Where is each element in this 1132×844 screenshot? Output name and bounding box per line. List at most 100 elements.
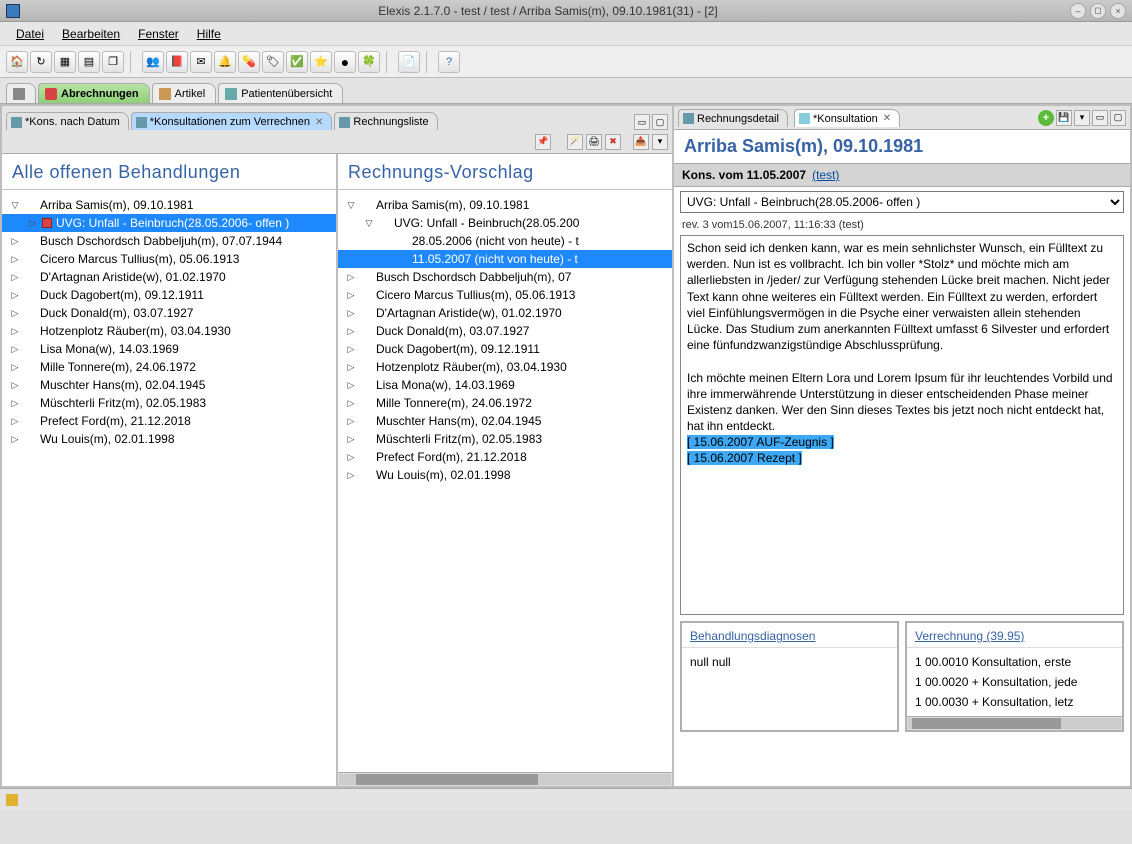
tree-item[interactable]: ▽Arriba Samis(m), 09.10.1981 xyxy=(2,196,336,214)
vtab-konsultation[interactable]: *Konsultation✕ xyxy=(794,109,900,127)
book-icon[interactable]: 📕 xyxy=(166,51,188,73)
menu-hilfe[interactable]: Hilfe xyxy=(189,25,229,43)
tree-item[interactable]: ▷Duck Dagobert(m), 09.12.1911 xyxy=(2,286,336,304)
auf-zeugnis-tag[interactable]: [ 15.06.2007 AUF-Zeugnis ] xyxy=(687,435,834,449)
vtab-kons-verrechnen[interactable]: *Konsultationen zum Verrechnen✕ xyxy=(131,112,333,130)
dot-icon[interactable]: ● xyxy=(334,51,356,73)
chevron-right-icon[interactable]: ▷ xyxy=(8,326,22,337)
chevron-right-icon[interactable]: ▷ xyxy=(344,290,358,301)
horizontal-scrollbar[interactable] xyxy=(338,772,672,786)
chevron-right-icon[interactable]: ▷ xyxy=(344,416,358,427)
tab-artikel[interactable]: Artikel xyxy=(152,83,217,103)
billing-item[interactable]: 1 00.0030 + Konsultation, letz xyxy=(915,692,1114,712)
chevron-right-icon[interactable]: ▷ xyxy=(344,380,358,391)
window-icon[interactable]: ❐ xyxy=(102,51,124,73)
pin-icon[interactable]: 📌 xyxy=(535,134,551,150)
tree-item[interactable]: ▷Cicero Marcus Tullius(m), 05.06.1913 xyxy=(2,250,336,268)
chevron-down-icon[interactable]: ▽ xyxy=(344,200,358,211)
billing-item[interactable]: 1 00.0010 Konsultation, erste xyxy=(915,652,1114,672)
tree-item[interactable]: ▷D'Artagnan Aristide(w), 01.02.1970 xyxy=(2,268,336,286)
tree-item[interactable]: ▷Müschterli Fritz(m), 02.05.1983 xyxy=(2,394,336,412)
vtab-rechnungsliste[interactable]: Rechnungsliste xyxy=(334,112,437,130)
close-button[interactable]: × xyxy=(1110,3,1126,19)
tree-item[interactable]: ▷Muschter Hans(m), 02.04.1945 xyxy=(338,412,672,430)
tree-item[interactable]: ▽Arriba Samis(m), 09.10.1981 xyxy=(338,196,672,214)
tree-item[interactable]: ▷Duck Donald(m), 03.07.1927 xyxy=(338,322,672,340)
chevron-right-icon[interactable]: ▷ xyxy=(8,416,22,427)
chevron-right-icon[interactable]: ▷ xyxy=(8,308,22,319)
tab-patienten[interactable]: Patientenübersicht xyxy=(218,83,343,103)
refresh-icon[interactable]: ↻ xyxy=(30,51,52,73)
check-icon[interactable]: ✅ xyxy=(286,51,308,73)
menu-bearbeiten[interactable]: Bearbeiten xyxy=(54,25,128,43)
tree-item[interactable]: ▷Prefect Ford(m), 21.12.2018 xyxy=(2,412,336,430)
tree-item[interactable]: ▷Hotzenplotz Räuber(m), 03.04.1930 xyxy=(2,322,336,340)
tree-item[interactable]: ▷Mille Tonnere(m), 24.06.1972 xyxy=(338,394,672,412)
tree-alle-offenen[interactable]: ▽Arriba Samis(m), 09.10.1981▷UVG: Unfall… xyxy=(2,194,336,786)
consultation-notes[interactable]: Schon seid ich denken kann, war es mein … xyxy=(680,235,1124,615)
tree-item[interactable]: ▷Cicero Marcus Tullius(m), 05.06.1913 xyxy=(338,286,672,304)
tree-item[interactable]: ▷Busch Dschordsch Dabbeljuh(m), 07 xyxy=(338,268,672,286)
tree-item[interactable]: ▷Hotzenplotz Räuber(m), 03.04.1930 xyxy=(338,358,672,376)
pill-icon[interactable]: 💊 xyxy=(238,51,260,73)
chevron-right-icon[interactable]: ▷ xyxy=(344,362,358,373)
perspective-switcher[interactable] xyxy=(6,83,36,103)
tree-item[interactable]: ▷Müschterli Fritz(m), 02.05.1983 xyxy=(338,430,672,448)
minimize-view-icon[interactable]: ▭ xyxy=(1092,110,1108,126)
vtab-kons-datum[interactable]: *Kons. nach Datum xyxy=(6,112,129,130)
tree-item[interactable]: ▷Wu Louis(m), 02.01.1998 xyxy=(2,430,336,448)
tree-item[interactable]: ▷Duck Donald(m), 03.07.1927 xyxy=(2,304,336,322)
chevron-down-icon[interactable]: ▽ xyxy=(362,218,376,229)
maximize-button[interactable]: ◻ xyxy=(1090,3,1106,19)
tab-close-icon[interactable]: ✕ xyxy=(315,117,323,128)
mail-icon[interactable]: ✉ xyxy=(190,51,212,73)
save-icon[interactable]: 💾 xyxy=(1056,110,1072,126)
chevron-right-icon[interactable]: ▷ xyxy=(344,470,358,481)
chevron-right-icon[interactable]: ▷ xyxy=(344,326,358,337)
menu-icon[interactable]: ▾ xyxy=(652,134,668,150)
tree-item[interactable]: ▷Muschter Hans(m), 02.04.1945 xyxy=(2,376,336,394)
chevron-right-icon[interactable]: ▷ xyxy=(8,398,22,409)
chevron-right-icon[interactable]: ▷ xyxy=(8,272,22,283)
menu-fenster[interactable]: Fenster xyxy=(130,25,187,43)
chevron-right-icon[interactable]: ▷ xyxy=(26,218,40,229)
people-icon[interactable]: 👥 xyxy=(142,51,164,73)
tree-item[interactable]: ▷Lisa Mona(w), 14.03.1969 xyxy=(338,376,672,394)
chevron-right-icon[interactable]: ▷ xyxy=(8,380,22,391)
new-window-icon[interactable]: 📄 xyxy=(398,51,420,73)
export-icon[interactable]: 📤 xyxy=(633,134,649,150)
card-title[interactable]: Verrechnung (39.95) xyxy=(907,623,1122,648)
delete-icon[interactable]: ✖ xyxy=(605,134,621,150)
tab-abrechnungen[interactable]: Abrechnungen xyxy=(38,83,150,103)
chevron-right-icon[interactable]: ▷ xyxy=(8,362,22,373)
kons-user-link[interactable]: (test) xyxy=(812,168,839,182)
tree-item[interactable]: ▷Duck Dagobert(m), 09.12.1911 xyxy=(338,340,672,358)
maximize-view-icon[interactable]: ▢ xyxy=(1110,110,1126,126)
chevron-right-icon[interactable]: ▷ xyxy=(8,290,22,301)
print-icon[interactable]: 🖨 xyxy=(586,134,602,150)
tree-item[interactable]: ▷Wu Louis(m), 02.01.1998 xyxy=(338,466,672,484)
tree-item[interactable]: ▷UVG: Unfall - Beinbruch(28.05.2006- off… xyxy=(2,214,336,232)
tree-vorschlag[interactable]: ▽Arriba Samis(m), 09.10.1981▽UVG: Unfall… xyxy=(338,194,672,772)
tab-close-icon[interactable]: ✕ xyxy=(883,113,891,124)
chevron-right-icon[interactable]: ▷ xyxy=(344,344,358,355)
billing-item[interactable]: 1 00.0020 + Konsultation, jede xyxy=(915,672,1114,692)
card-title[interactable]: Behandlungsdiagnosen xyxy=(682,623,897,648)
menu-datei[interactable]: Datei xyxy=(8,25,52,43)
chevron-right-icon[interactable]: ▷ xyxy=(344,398,358,409)
chevron-right-icon[interactable]: ▷ xyxy=(344,434,358,445)
rezept-tag[interactable]: [ 15.06.2007 Rezept ] xyxy=(687,451,802,465)
vtab-rechnungsdetail[interactable]: Rechnungsdetail xyxy=(678,109,788,127)
wand-icon[interactable]: 🪄 xyxy=(567,134,583,150)
tree-item[interactable]: 28.05.2006 (nicht von heute) - t xyxy=(338,232,672,250)
calendar-icon[interactable]: ▤ xyxy=(78,51,100,73)
help-icon[interactable]: ? xyxy=(438,51,460,73)
chevron-right-icon[interactable]: ▷ xyxy=(344,272,358,283)
chevron-down-icon[interactable]: ▽ xyxy=(8,200,22,211)
tree-item[interactable]: ▷Prefect Ford(m), 21.12.2018 xyxy=(338,448,672,466)
chevron-right-icon[interactable]: ▷ xyxy=(8,254,22,265)
tree-item[interactable]: ▽UVG: Unfall - Beinbruch(28.05.200 xyxy=(338,214,672,232)
chevron-right-icon[interactable]: ▷ xyxy=(8,236,22,247)
chevron-right-icon[interactable]: ▷ xyxy=(8,344,22,355)
tree-item[interactable]: ▷Lisa Mona(w), 14.03.1969 xyxy=(2,340,336,358)
